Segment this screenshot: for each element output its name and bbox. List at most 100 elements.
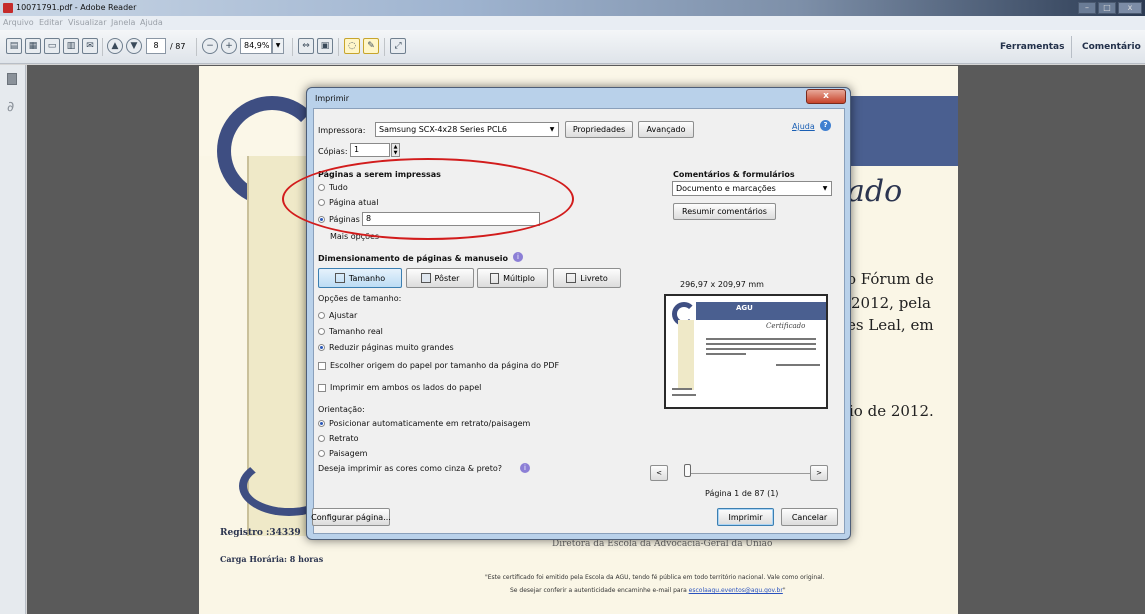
certificate-heading: ado xyxy=(847,174,903,209)
footer-email-link[interactable]: escolaagu.eventos@agu.gov.br xyxy=(689,587,783,594)
livreto-label: Livreto xyxy=(580,273,608,283)
footer-line-2: Se desejar conferir a autenticidade enca… xyxy=(510,587,786,594)
configurar-pagina-button[interactable]: Configurar página... xyxy=(311,508,391,526)
reduzir-radio[interactable] xyxy=(318,344,325,351)
comment-icon[interactable]: ◌ xyxy=(344,38,360,54)
ajuda-link[interactable]: Ajuda xyxy=(792,122,815,131)
maximize-button[interactable]: □ xyxy=(1098,2,1116,14)
footer-line-2-text: Se desejar conferir a autenticidade enca… xyxy=(510,587,689,594)
imprimir-button[interactable]: Imprimir xyxy=(717,508,774,526)
footer-line-2-end: " xyxy=(782,587,786,594)
poster-icon xyxy=(420,273,431,283)
menu-arquivo[interactable]: Arquivo xyxy=(3,18,34,27)
next-page-icon[interactable]: ▼ xyxy=(126,38,142,54)
next-page-button[interactable]: > xyxy=(810,465,828,481)
page-total: / 87 xyxy=(170,42,186,51)
propriedades-button[interactable]: Propriedades xyxy=(565,121,633,138)
window-title: 10071791.pdf - Adobe Reader xyxy=(16,3,137,12)
print-preview: AGU Certificado xyxy=(664,294,828,409)
pagina-info-label: Página 1 de 87 (1) xyxy=(705,489,779,498)
dialog-close-button[interactable]: x xyxy=(806,89,846,104)
page-slider-track[interactable] xyxy=(684,473,810,474)
copias-input[interactable]: 1 xyxy=(350,143,390,157)
pages-panel-icon[interactable] xyxy=(7,73,17,85)
combine-icon[interactable]: ▦ xyxy=(25,38,41,54)
retrato-radio[interactable] xyxy=(318,435,325,442)
preview-text-5 xyxy=(776,364,820,366)
page-slider-thumb[interactable] xyxy=(684,464,691,477)
info-icon[interactable]: i xyxy=(520,463,530,473)
resumir-comentarios-button[interactable]: Resumir comentários xyxy=(673,203,776,220)
zoom-dropdown-icon[interactable]: ▼ xyxy=(272,38,284,54)
comentario-link[interactable]: Comentário xyxy=(1082,42,1141,52)
tamanho-icon xyxy=(334,273,345,283)
highlight-icon[interactable]: ✎ xyxy=(363,38,379,54)
ambos-lados-checkbox[interactable] xyxy=(318,384,326,392)
multiplo-button[interactable]: Múltiplo xyxy=(477,268,548,288)
livreto-button[interactable]: Livreto xyxy=(553,268,621,288)
orientacao-label: Orientação: xyxy=(318,405,365,414)
fit-width-icon[interactable]: ⇔ xyxy=(298,38,314,54)
certificate-line-2: 2012, pela xyxy=(851,294,931,312)
multiplo-icon xyxy=(490,272,500,284)
poster-button[interactable]: Pôster xyxy=(406,268,474,288)
zoom-in-icon[interactable]: + xyxy=(221,38,237,54)
menu-editar[interactable]: Editar xyxy=(39,18,63,27)
menu-bar: Arquivo Editar Visualizar Janela Ajuda xyxy=(0,16,1145,30)
toolbar-separator xyxy=(102,38,103,56)
tamanho-button[interactable]: Tamanho xyxy=(318,268,402,288)
zoom-input[interactable]: 84,9% xyxy=(240,38,272,54)
preview-text-4 xyxy=(706,353,746,355)
fit-page-icon[interactable]: ▣ xyxy=(317,38,333,54)
posicionar-label: Posicionar automaticamente em retrato/pa… xyxy=(329,419,531,428)
ferramentas-link[interactable]: Ferramentas xyxy=(1000,42,1064,52)
comentarios-select[interactable]: Documento e marcações ▼ xyxy=(672,181,832,196)
toolbar-separator xyxy=(1071,36,1072,58)
poster-label: Pôster xyxy=(434,273,460,283)
dialog-title: Imprimir xyxy=(315,94,350,103)
prev-page-icon[interactable]: ▲ xyxy=(107,38,123,54)
cancelar-button[interactable]: Cancelar xyxy=(781,508,838,526)
zoom-out-icon[interactable]: − xyxy=(202,38,218,54)
preview-text-1 xyxy=(706,338,816,340)
footer-line-1: "Este certificado foi emitido pela Escol… xyxy=(485,574,825,581)
help-icon[interactable]: ? xyxy=(820,120,831,131)
comentarios-heading: Comentários & formulários xyxy=(673,170,795,179)
diretora-label: Diretora da Escola da Advocacia-Geral da… xyxy=(552,539,773,549)
prev-page-button[interactable]: < xyxy=(650,465,668,481)
paisagem-radio[interactable] xyxy=(318,450,325,457)
ajustar-radio[interactable] xyxy=(318,312,325,319)
carga-horaria-label: Carga Horária: 8 horas xyxy=(220,554,324,564)
menu-visualizar[interactable]: Visualizar xyxy=(68,18,107,27)
expand-icon[interactable]: ⤢ xyxy=(390,38,406,54)
paisagem-label: Paisagem xyxy=(329,449,368,458)
copias-spinner[interactable]: ▲ ▼ xyxy=(391,143,400,157)
chevron-down-icon: ▼ xyxy=(549,126,555,133)
create-pdf-icon[interactable]: ▤ xyxy=(6,38,22,54)
close-window-button[interactable]: x xyxy=(1118,2,1142,14)
minimize-button[interactable]: – xyxy=(1078,2,1096,14)
ambos-lados-label: Imprimir em ambos os lados do papel xyxy=(330,383,482,392)
printer-select-value: Samsung SCX-4x28 Series PCL6 xyxy=(379,125,507,134)
window-title-bar: 10071791.pdf - Adobe Reader – □ x xyxy=(0,0,1145,16)
certificate-line-3: es Leal, em xyxy=(847,316,934,334)
printer-select[interactable]: Samsung SCX-4x28 Series PCL6 ▼ xyxy=(375,122,559,137)
navigation-panel: ∂ xyxy=(0,65,26,614)
posicionar-radio[interactable] xyxy=(318,420,325,427)
red-annotation-ellipse xyxy=(282,158,574,240)
avancado-button[interactable]: Avançado xyxy=(638,121,694,138)
info-icon[interactable]: i xyxy=(513,252,523,262)
multiplo-label: Múltiplo xyxy=(503,273,535,283)
save-icon[interactable]: ▭ xyxy=(44,38,60,54)
tamanho-label: Tamanho xyxy=(348,273,386,283)
menu-ajuda[interactable]: Ajuda xyxy=(140,18,163,27)
escolher-origem-checkbox[interactable] xyxy=(318,362,326,370)
reduzir-label: Reduzir páginas muito grandes xyxy=(329,343,454,352)
tamanho-real-radio[interactable] xyxy=(318,328,325,335)
print-icon[interactable]: ▥ xyxy=(63,38,79,54)
opcoes-tamanho-label: Opções de tamanho: xyxy=(318,294,402,303)
page-number-input[interactable]: 8 xyxy=(146,38,166,54)
menu-janela[interactable]: Janela xyxy=(111,18,135,27)
email-icon[interactable]: ✉ xyxy=(82,38,98,54)
attachment-icon[interactable]: ∂ xyxy=(7,99,14,115)
